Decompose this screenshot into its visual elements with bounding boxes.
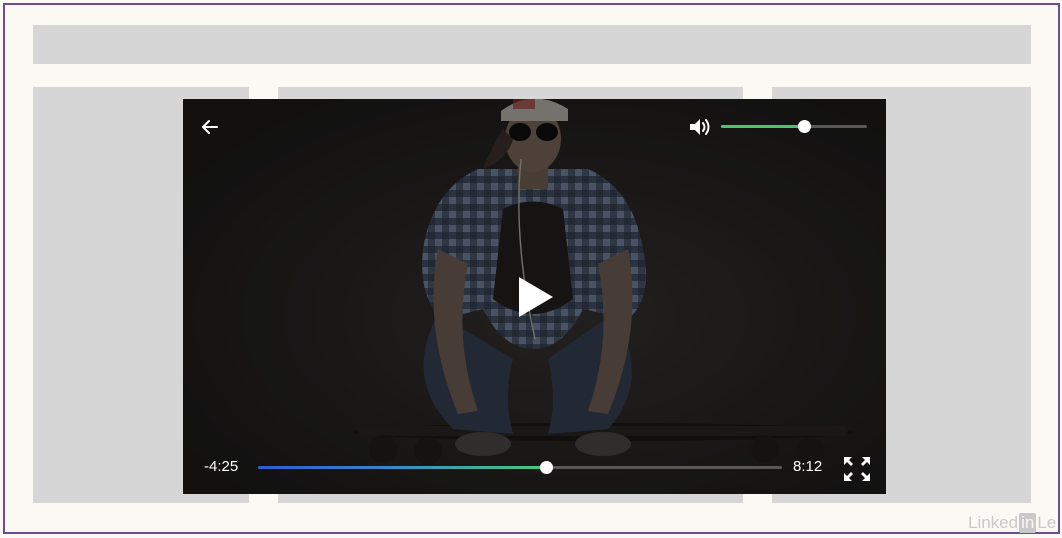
video-player[interactable]: -4:25 8:12 [183, 99, 886, 494]
arrow-left-icon[interactable] [199, 116, 221, 138]
play-icon[interactable] [513, 274, 557, 320]
volume-slider-fill [721, 125, 805, 128]
speaker-icon[interactable] [687, 116, 713, 138]
fullscreen-icon[interactable] [842, 455, 872, 483]
header-placeholder [33, 25, 1031, 64]
volume-slider[interactable] [721, 120, 867, 133]
seek-bar-fill [258, 466, 547, 469]
linkedin-learning-watermark: Linked in Le [968, 513, 1057, 533]
total-time: 8:12 [793, 458, 823, 475]
elapsed-time: -4:25 [204, 458, 239, 475]
seek-bar[interactable] [258, 461, 782, 474]
